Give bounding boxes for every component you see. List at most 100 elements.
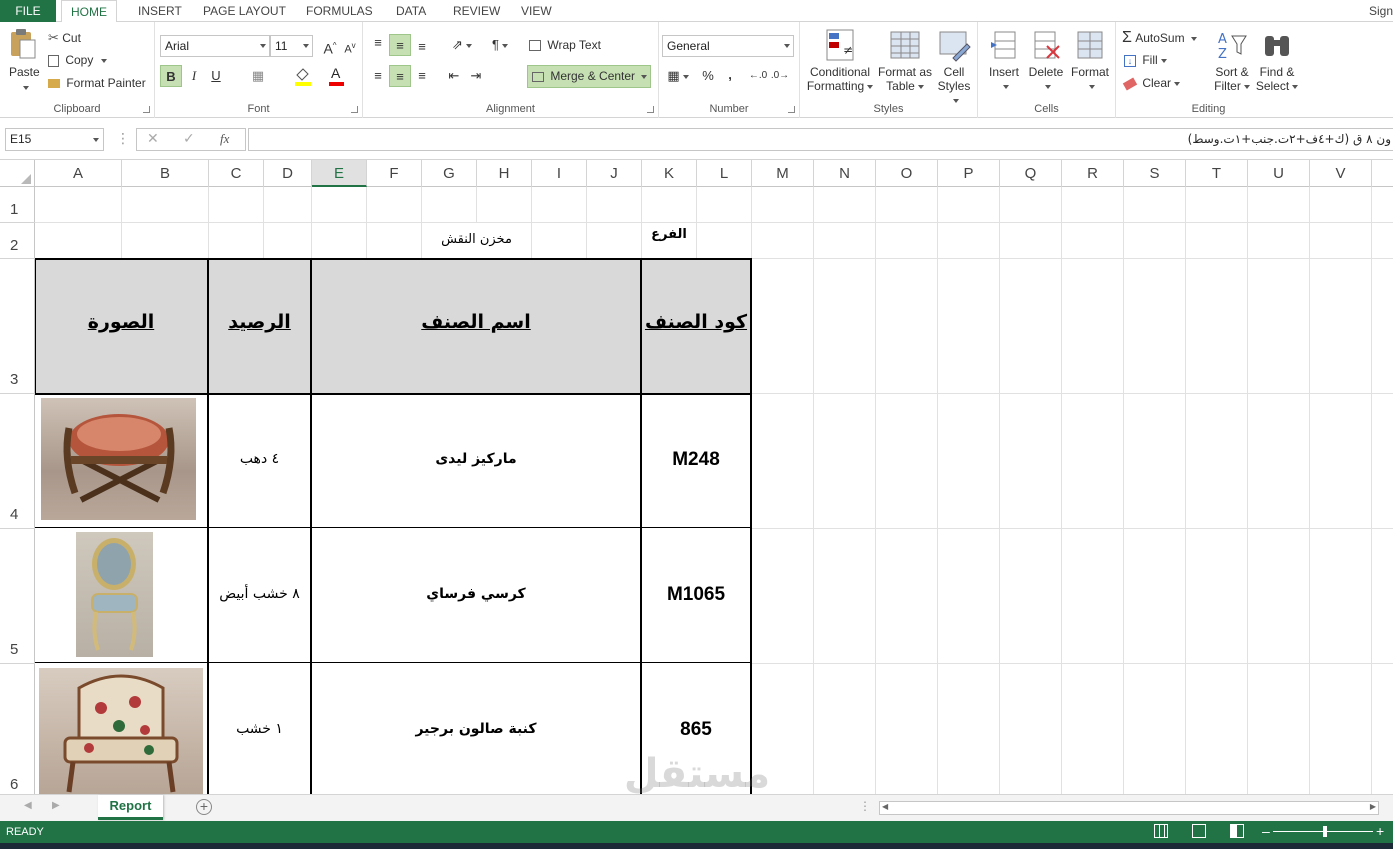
tab-page-layout[interactable]: PAGE LAYOUT — [203, 0, 286, 22]
decrease-decimal-icon[interactable]: .0→ — [769, 65, 791, 87]
column-header-a[interactable]: A — [35, 160, 122, 187]
column-header-c[interactable]: C — [209, 160, 264, 187]
tab-file[interactable]: FILE — [0, 0, 56, 22]
align-left-icon[interactable]: ≡ — [367, 65, 389, 87]
align-middle-icon[interactable]: ≡ — [389, 34, 411, 56]
column-header-o[interactable]: O — [876, 160, 938, 187]
column-header-e[interactable]: E — [312, 160, 367, 187]
horizontal-scrollbar[interactable]: ◀ ▶ — [879, 801, 1379, 815]
comma-style-button[interactable]: , — [719, 64, 741, 86]
insert-cells-button[interactable]: Insert — [984, 28, 1024, 98]
italic-button[interactable]: I — [183, 65, 205, 87]
column-header-h[interactable]: H — [477, 160, 532, 187]
item-photo-2[interactable] — [76, 532, 153, 657]
tab-home[interactable]: HOME — [61, 0, 117, 23]
format-painter-button[interactable]: Format Painter — [48, 76, 146, 90]
underline-button[interactable]: U — [205, 65, 227, 87]
row-header-3[interactable]: 3 — [0, 259, 35, 394]
column-header-t[interactable]: T — [1186, 160, 1248, 187]
text-direction-icon[interactable]: ¶ — [485, 34, 515, 56]
column-header-k[interactable]: K — [642, 160, 697, 187]
alignment-launcher-icon[interactable] — [647, 106, 654, 113]
column-header-b[interactable]: B — [122, 160, 209, 187]
merge-center-button[interactable]: Merge & Center — [527, 65, 651, 88]
enter-check-icon[interactable]: ✓ — [183, 130, 195, 147]
clear-button[interactable]: Clear — [1122, 76, 1181, 91]
conditional-formatting-button[interactable]: ≠ Conditional Formatting — [804, 28, 876, 98]
number-launcher-icon[interactable] — [788, 106, 795, 113]
name-box[interactable]: E15 — [5, 128, 104, 151]
fill-color-button[interactable] — [293, 66, 313, 86]
align-right-icon[interactable]: ≡ — [411, 65, 433, 87]
tab-review[interactable]: REVIEW — [453, 0, 500, 22]
cut-button[interactable]: ✂ Cut — [48, 30, 81, 46]
column-header-f[interactable]: F — [367, 160, 422, 187]
column-header-p[interactable]: P — [938, 160, 1000, 187]
item-name-cell[interactable]: ماركيز ليدى — [312, 451, 640, 467]
column-header-l[interactable]: L — [697, 160, 752, 187]
align-top-icon[interactable]: ≡ — [367, 32, 389, 54]
number-format-select[interactable]: General — [662, 35, 794, 57]
grow-font-button[interactable]: A^ — [319, 35, 341, 57]
borders-icon[interactable]: ▦ — [247, 65, 269, 87]
column-header-j[interactable]: J — [587, 160, 642, 187]
cancel-entry-icon[interactable]: ✕ — [147, 130, 159, 147]
item-code-cell[interactable]: 865 — [642, 719, 750, 741]
percent-style-button[interactable]: % — [697, 65, 719, 87]
zoom-slider-thumb[interactable] — [1323, 826, 1327, 837]
item-name-cell[interactable]: كرسي فرساي — [312, 586, 640, 602]
formula-input[interactable]: ون ٨ ق (ك+٤ف+٢ت.جنب+١ت.وسط) — [248, 128, 1393, 151]
delete-cells-button[interactable]: Delete — [1026, 28, 1066, 98]
align-center-icon[interactable]: ≡ — [389, 65, 411, 87]
column-header-s[interactable]: S — [1124, 160, 1186, 187]
align-bottom-icon[interactable]: ≡ — [411, 36, 433, 58]
row-header-2[interactable]: 2 — [0, 223, 35, 259]
page-break-view-icon[interactable] — [1230, 824, 1244, 838]
sort-filter-button[interactable]: A Z Sort & Filter — [1212, 28, 1252, 98]
autosum-button[interactable]: Σ AutoSum — [1122, 29, 1197, 47]
tab-view[interactable]: VIEW — [521, 0, 552, 22]
font-color-button[interactable]: A — [327, 65, 347, 86]
zoom-out-icon[interactable]: – — [1262, 823, 1270, 839]
paste-button[interactable]: Paste — [6, 28, 40, 94]
splitter-grip-icon[interactable]: ⋮ — [859, 799, 871, 813]
tab-insert[interactable]: INSERT — [138, 0, 182, 22]
scroll-tabs-left-icon[interactable]: ◀ — [24, 800, 32, 811]
font-launcher-icon[interactable] — [351, 106, 358, 113]
scroll-tabs-right-icon[interactable]: ▶ — [52, 800, 60, 811]
copy-button[interactable]: Copy — [48, 53, 108, 67]
cell-styles-button[interactable]: Cell Styles — [934, 28, 974, 103]
bold-button[interactable]: B — [160, 65, 182, 87]
zoom-slider[interactable] — [1273, 826, 1373, 837]
column-header-i[interactable]: I — [532, 160, 587, 187]
increase-decimal-icon[interactable]: ←.0 — [747, 65, 769, 87]
item-code-cell[interactable]: M1065 — [642, 584, 750, 606]
row-header-5[interactable]: 5 — [0, 529, 35, 664]
wrap-text-button[interactable]: Wrap Text — [529, 38, 601, 52]
zoom-in-icon[interactable]: + — [1376, 823, 1384, 839]
normal-view-icon[interactable] — [1154, 824, 1168, 838]
accounting-format-icon[interactable]: ▦ — [663, 65, 693, 87]
tab-formulas[interactable]: FORMULAS — [306, 0, 373, 22]
column-header-v[interactable]: V — [1310, 160, 1372, 187]
orientation-icon[interactable]: ⇗ — [447, 34, 477, 56]
column-header-d[interactable]: D — [264, 160, 312, 187]
font-name-select[interactable]: Arial — [160, 35, 270, 57]
sheet-tab-report[interactable]: Report — [98, 795, 163, 820]
format-as-table-button[interactable]: Format as Table — [876, 28, 934, 98]
decrease-indent-icon[interactable]: ⇤ — [443, 65, 465, 87]
item-balance-cell[interactable]: ١ خشب — [209, 721, 310, 737]
column-header-q[interactable]: Q — [1000, 160, 1062, 187]
select-all-button[interactable] — [0, 160, 35, 187]
row-header-4[interactable]: 4 — [0, 394, 35, 529]
scroll-left-icon[interactable]: ◀ — [882, 802, 888, 811]
find-select-button[interactable]: Find & Select — [1254, 28, 1300, 98]
column-header-g[interactable]: G — [422, 160, 477, 187]
item-code-cell[interactable]: M248 — [642, 449, 750, 471]
tab-data[interactable]: DATA — [396, 0, 426, 22]
clipboard-launcher-icon[interactable] — [143, 106, 150, 113]
insert-function-button[interactable]: fx — [220, 131, 229, 147]
column-header-n[interactable]: N — [814, 160, 876, 187]
column-header-u[interactable]: U — [1248, 160, 1310, 187]
format-cells-button[interactable]: Format — [1068, 28, 1112, 98]
